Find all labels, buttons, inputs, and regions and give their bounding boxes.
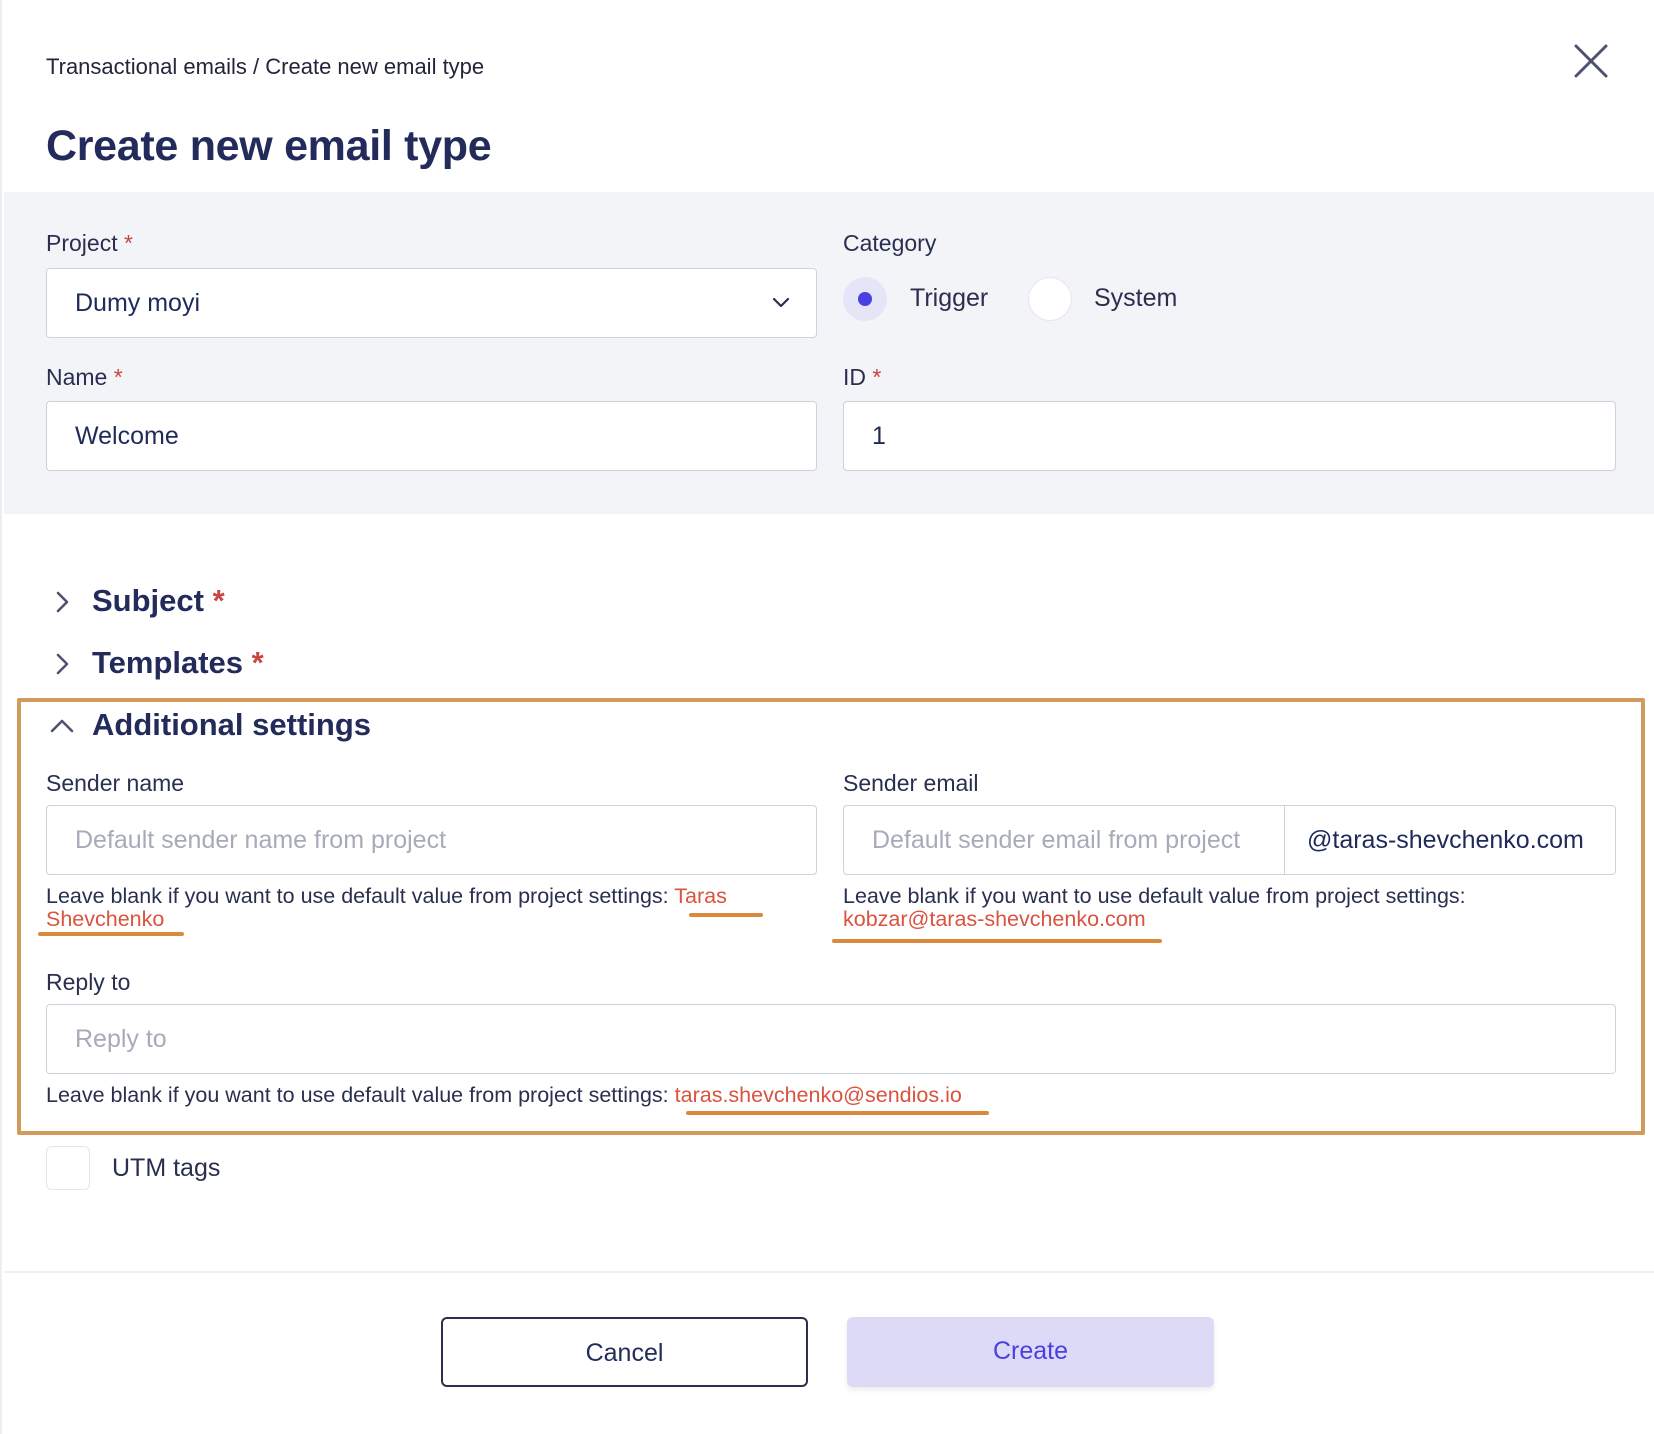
sender-name-value-underline	[38, 932, 184, 936]
create-button[interactable]: Create	[847, 1317, 1214, 1387]
name-input-value: Welcome	[75, 422, 179, 450]
reply-to-default-value: taras.shevchenko@sendios.io	[674, 1083, 962, 1107]
project-label: Project *	[46, 230, 133, 257]
section-templates-header[interactable]: Templates *	[92, 645, 264, 681]
sender-name-input[interactable]: Default sender name from project	[46, 805, 817, 875]
close-icon[interactable]	[1570, 40, 1612, 82]
radio-trigger-label[interactable]: Trigger	[910, 284, 988, 313]
radio-system[interactable]	[1028, 277, 1072, 321]
reply-to-label: Reply to	[46, 969, 131, 995]
id-input-value: 1	[872, 422, 886, 450]
sender-name-label: Sender name	[46, 770, 185, 796]
create-email-type-modal: Transactional emails / Create new email …	[0, 0, 1654, 1434]
sender-name-placeholder: Default sender name from project	[75, 826, 447, 854]
project-select[interactable]: Dumy moyi	[46, 268, 817, 338]
chevron-right-icon[interactable]	[49, 651, 75, 677]
section-subject-header[interactable]: Subject *	[92, 583, 225, 619]
sender-name-hint-text: Leave blank if you want to use default v…	[46, 884, 669, 908]
breadcrumb[interactable]: Transactional emails / Create new email …	[46, 54, 484, 80]
project-select-value: Dumy moyi	[75, 289, 201, 317]
reply-to-placeholder: Reply to	[75, 1025, 167, 1053]
sender-name-default-value-first: Taras	[674, 884, 727, 908]
sender-email-hint: Leave blank if you want to use default v…	[843, 885, 1623, 931]
reply-to-input[interactable]: Reply to	[46, 1004, 1616, 1074]
name-input[interactable]: Welcome	[46, 401, 817, 471]
required-mark: *	[123, 230, 133, 256]
required-mark: *	[872, 364, 882, 390]
sender-name-hint: Leave blank if you want to use default v…	[46, 885, 786, 931]
sender-email-domain-suffix: @taras-shevchenko.com	[1284, 806, 1616, 874]
cancel-button[interactable]: Cancel	[441, 1317, 808, 1387]
project-label-text: Project	[46, 230, 118, 256]
utm-tags-checkbox[interactable]	[46, 1146, 90, 1190]
sender-name-value-underline	[689, 913, 763, 917]
sender-email-placeholder: Default sender email from project	[872, 826, 1241, 854]
section-subject-title: Subject	[92, 583, 204, 618]
required-mark: *	[113, 364, 123, 390]
category-label: Category	[843, 230, 937, 256]
chevron-up-icon[interactable]	[49, 713, 75, 739]
id-input[interactable]: 1	[843, 401, 1616, 471]
name-label-text: Name	[46, 364, 108, 390]
section-templates-title: Templates	[92, 645, 244, 680]
id-label-text: ID	[843, 364, 866, 390]
radio-system-label[interactable]: System	[1094, 284, 1177, 313]
sender-name-default-value-last: Shevchenko	[46, 907, 165, 931]
radio-trigger[interactable]	[843, 277, 887, 321]
sender-email-value-underline	[832, 939, 1162, 943]
footer-divider	[4, 1271, 1654, 1273]
sender-email-label: Sender email	[843, 770, 979, 796]
close-button[interactable]	[1570, 40, 1612, 82]
name-label: Name *	[46, 364, 123, 391]
section-additional-header[interactable]: Additional settings	[92, 707, 371, 743]
chevron-down-icon	[772, 297, 790, 308]
reply-to-value-underline	[686, 1111, 989, 1115]
utm-tags-label[interactable]: UTM tags	[112, 1154, 220, 1183]
sender-email-default-value: kobzar@taras-shevchenko.com	[843, 907, 1146, 931]
sender-email-hint-text: Leave blank if you want to use default v…	[843, 884, 1466, 908]
required-mark: *	[251, 645, 264, 680]
page-title: Create new email type	[46, 122, 492, 170]
chevron-right-icon[interactable]	[49, 589, 75, 615]
reply-to-hint: Leave blank if you want to use default v…	[46, 1084, 1546, 1107]
id-label: ID *	[843, 364, 881, 391]
reply-to-hint-text: Leave blank if you want to use default v…	[46, 1083, 669, 1107]
required-mark: *	[212, 583, 225, 618]
